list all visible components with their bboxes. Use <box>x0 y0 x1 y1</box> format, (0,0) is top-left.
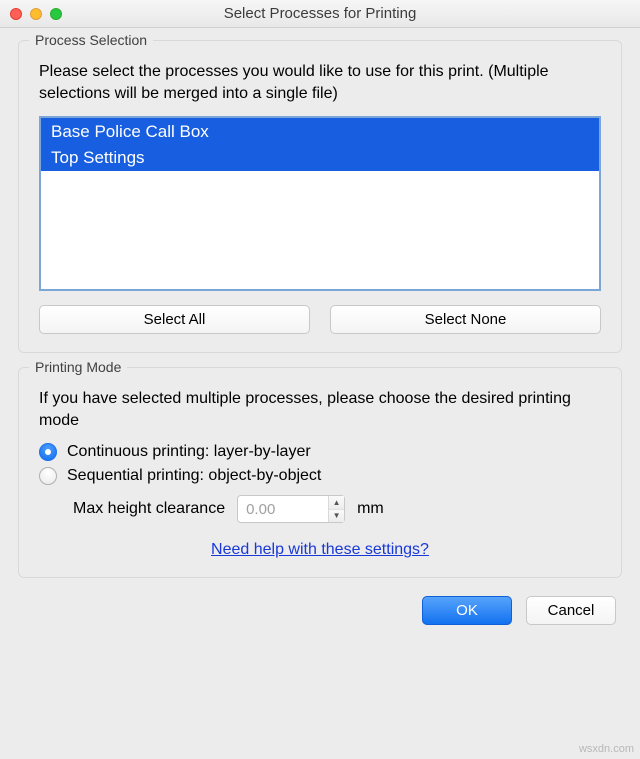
printing-mode-group: Printing Mode If you have selected multi… <box>18 367 622 578</box>
help-link[interactable]: Need help with these settings? <box>39 541 601 559</box>
cancel-button[interactable]: Cancel <box>526 596 616 625</box>
dialog-window: Select Processes for Printing Process Se… <box>0 0 640 759</box>
process-selection-group: Process Selection Please select the proc… <box>18 40 622 353</box>
traffic-lights <box>0 8 62 20</box>
radio-sequential[interactable]: Sequential printing: object-by-object <box>39 467 601 485</box>
window-title: Select Processes for Printing <box>0 5 640 22</box>
radio-label: Continuous printing: layer-by-layer <box>67 443 311 461</box>
radio-label: Sequential printing: object-by-object <box>67 467 321 485</box>
selection-button-row: Select All Select None <box>39 305 601 334</box>
select-all-button[interactable]: Select All <box>39 305 310 334</box>
clearance-stepper: ▲ ▼ <box>237 495 345 523</box>
clearance-input[interactable] <box>238 496 328 522</box>
process-selection-instruction: Please select the processes you would li… <box>39 61 601 104</box>
titlebar: Select Processes for Printing <box>0 0 640 28</box>
printing-mode-instruction: If you have selected multiple processes,… <box>39 388 601 431</box>
list-item[interactable]: Top Settings <box>41 144 599 170</box>
select-none-button[interactable]: Select None <box>330 305 601 334</box>
ok-button[interactable]: OK <box>422 596 512 625</box>
clearance-unit: mm <box>357 500 384 518</box>
stepper-buttons: ▲ ▼ <box>328 496 344 522</box>
content-area: Process Selection Please select the proc… <box>0 28 640 759</box>
printing-mode-legend: Printing Mode <box>29 359 127 375</box>
radio-icon[interactable] <box>39 443 57 461</box>
chevron-up-icon[interactable]: ▲ <box>329 496 344 510</box>
clearance-label: Max height clearance <box>73 500 225 518</box>
close-icon[interactable] <box>10 8 22 20</box>
dialog-footer: OK Cancel <box>18 592 622 625</box>
clearance-row: Max height clearance ▲ ▼ mm <box>73 495 601 523</box>
chevron-down-icon[interactable]: ▼ <box>329 510 344 523</box>
process-list[interactable]: Base Police Call Box Top Settings <box>39 116 601 291</box>
watermark: wsxdn.com <box>579 743 634 755</box>
minimize-icon[interactable] <box>30 8 42 20</box>
radio-icon[interactable] <box>39 467 57 485</box>
process-selection-legend: Process Selection <box>29 32 153 48</box>
radio-continuous[interactable]: Continuous printing: layer-by-layer <box>39 443 601 461</box>
list-item[interactable]: Base Police Call Box <box>41 118 599 144</box>
zoom-icon[interactable] <box>50 8 62 20</box>
